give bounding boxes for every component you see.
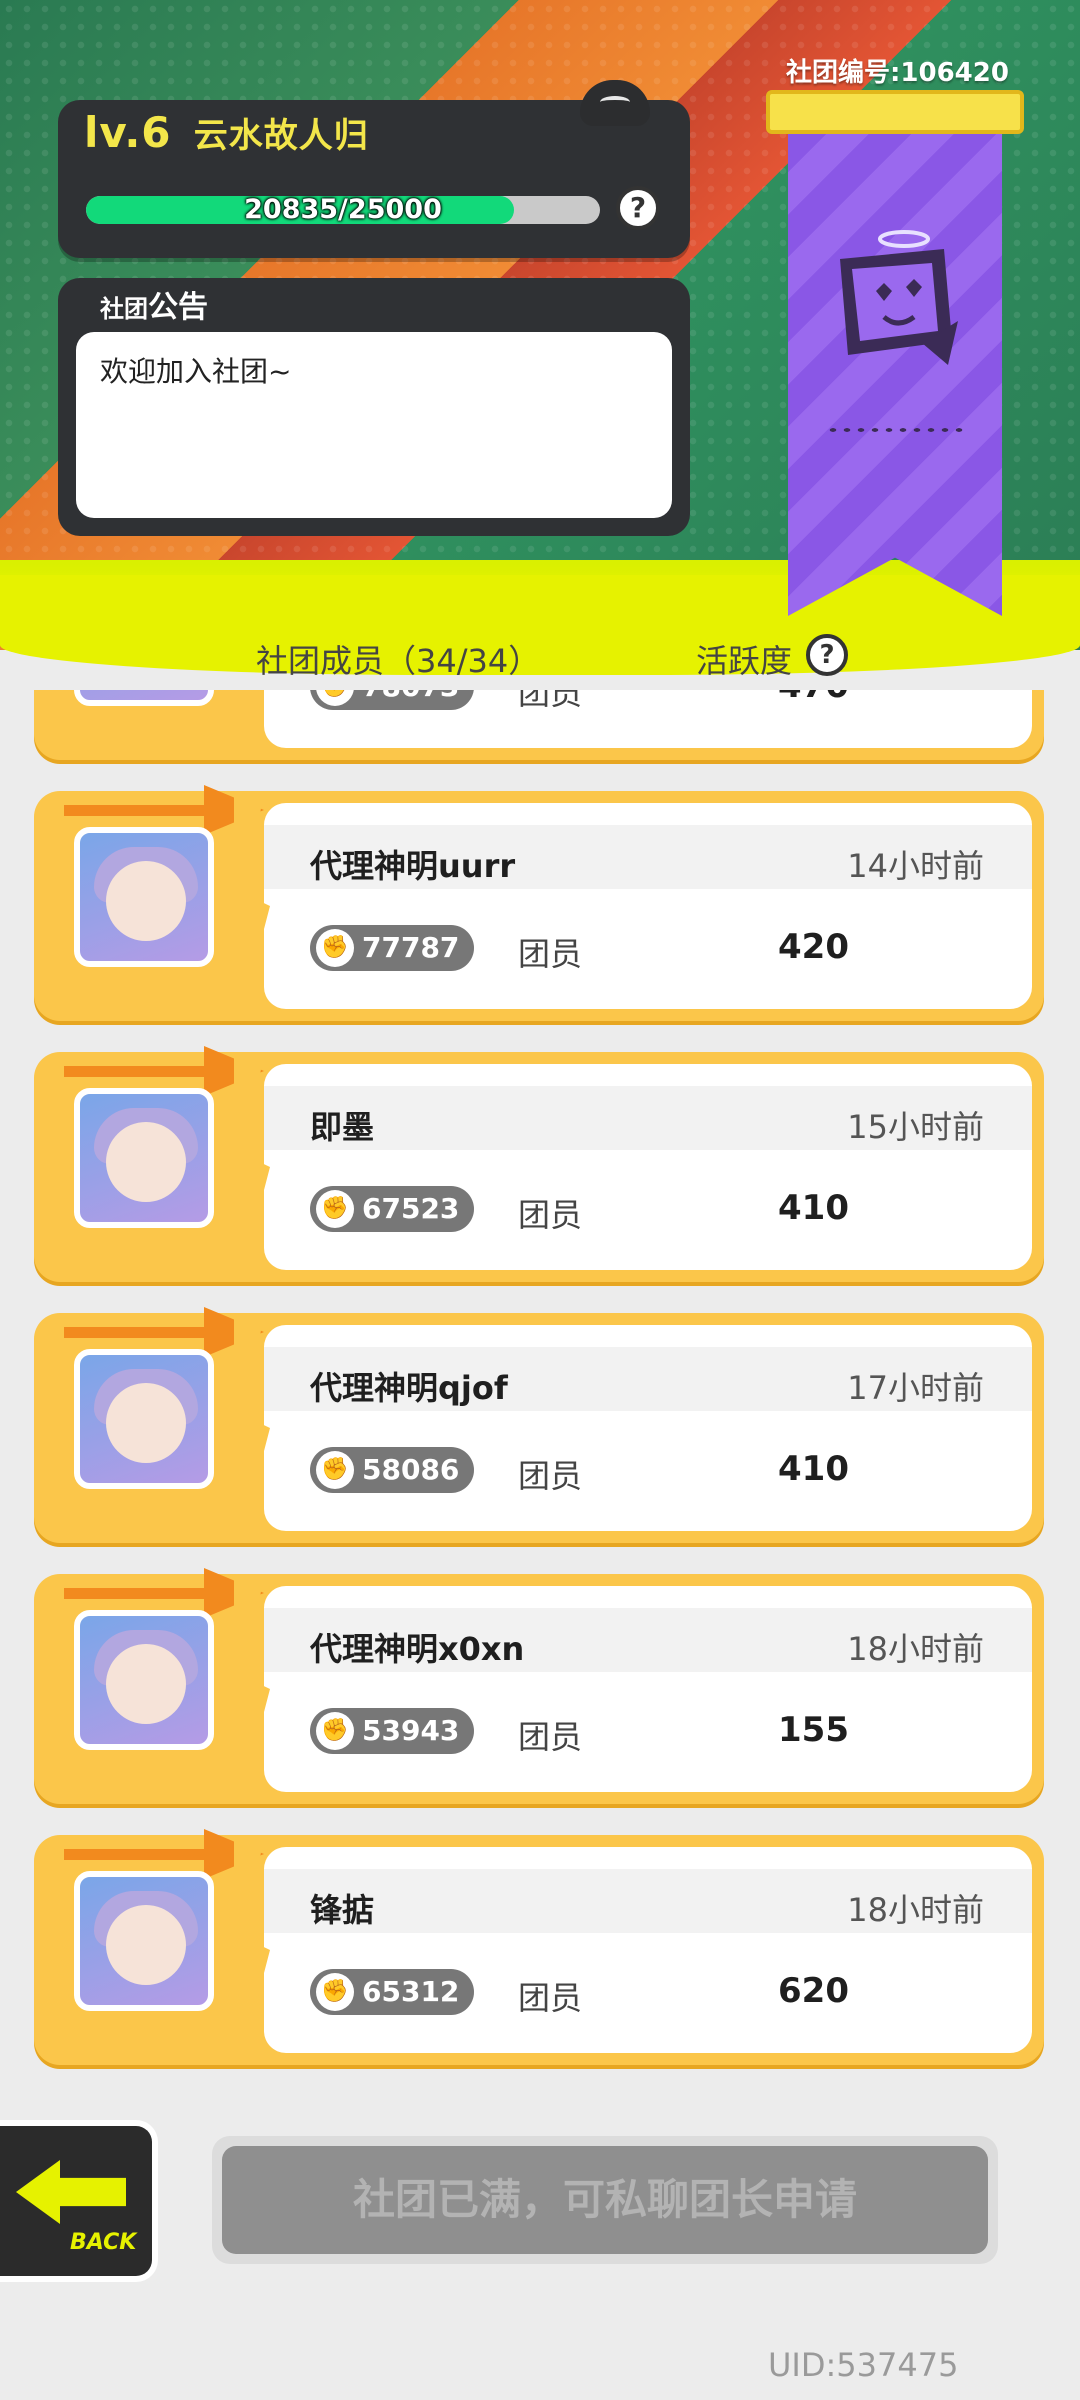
member-power: ✊ 67523 [310, 1186, 474, 1232]
member-activity: 420 [778, 927, 849, 967]
member-avatar[interactable] [74, 1610, 214, 1750]
back-button[interactable]: BACK [0, 2120, 158, 2282]
member-name: 代理神明uurr [310, 847, 516, 885]
member-activity: 620 [778, 1971, 849, 2011]
fist-icon: ✊ [316, 690, 354, 706]
members-count-title: 社团成员（34/34） [256, 642, 541, 680]
xp-progress-label: 20835/25000 [244, 194, 442, 225]
fist-icon: ✊ [316, 929, 354, 967]
join-request-button[interactable]: 社团已满，可私聊团长申请 [212, 2136, 998, 2264]
back-arrow-icon [16, 2160, 126, 2224]
club-id: 社团编号:106420 [786, 58, 1009, 88]
member-last-online: 17小时前 [847, 1369, 984, 1407]
avatar-face [106, 861, 186, 941]
member-power-value: 77787 [362, 931, 460, 964]
member-card[interactable]: 代理神明qjof 17小时前 ✊ 58086 团员 410 [34, 1307, 1044, 1543]
member-name: 代理神明qjof [310, 1369, 508, 1407]
club-level-title: lv.6 云水故人归 [84, 108, 369, 157]
member-role: 团员 [518, 1196, 583, 1234]
activity-label: 活跃度 [696, 642, 793, 680]
member-power-value: 58086 [362, 1453, 460, 1486]
fist-icon: ✊ [316, 1712, 354, 1750]
banner-dots [826, 426, 966, 434]
member-last-online: 18小时前 [847, 1891, 984, 1929]
fist-icon: ✊ [316, 1190, 354, 1228]
member-list[interactable]: ✊78073团员470代理神明uurr14小时前✊77787团员420即墨15小… [0, 690, 1080, 2090]
member-power: ✊ 65312 [310, 1969, 474, 2015]
club-emblem-icon [840, 230, 958, 365]
banner-rod [766, 90, 1024, 134]
member-power-value: 78073 [362, 690, 459, 703]
member-card[interactable]: 锋掂 18小时前 ✊ 65312 团员 620 [34, 1829, 1044, 2065]
avatar-face [106, 1644, 186, 1724]
member-activity: 470 [778, 690, 849, 706]
member-activity: 155 [778, 1710, 849, 1750]
xp-help-icon[interactable]: ? [616, 186, 660, 230]
member-power: ✊ 78073 [310, 690, 474, 710]
member-last-online: 18小时前 [847, 1630, 984, 1668]
notice-title-big: 公告 [148, 290, 208, 325]
member-avatar[interactable] [74, 1349, 214, 1489]
notice-title-small: 社团 [100, 295, 148, 323]
member-card[interactable]: 代理神明x0xn 18小时前 ✊ 53943 团员 155 [34, 1568, 1044, 1804]
member-card[interactable]: ✊ 78073 团员 470 [34, 690, 1044, 760]
club-level: lv.6 [84, 108, 172, 157]
member-avatar[interactable] [74, 827, 214, 967]
fist-icon: ✊ [316, 1451, 354, 1489]
member-activity: 410 [778, 1449, 849, 1489]
back-label: BACK [70, 2230, 137, 2255]
club-name: 云水故人归 [193, 116, 369, 156]
member-role: 团员 [518, 935, 583, 973]
member-activity: 410 [778, 1188, 849, 1228]
member-avatar[interactable] [74, 690, 214, 706]
member-avatar[interactable] [74, 1088, 214, 1228]
member-last-online: 15小时前 [847, 1108, 984, 1146]
member-power-value: 65312 [362, 1975, 460, 2008]
member-name: 即墨 [310, 1108, 375, 1146]
member-power: ✊ 53943 [310, 1708, 474, 1754]
member-name: 锋掂 [310, 1891, 375, 1929]
member-power-value: 53943 [362, 1714, 460, 1747]
notice-text: 欢迎加入社团~ [76, 332, 672, 518]
avatar-face [106, 1905, 186, 1985]
member-power: ✊ 58086 [310, 1447, 474, 1493]
member-power: ✊ 77787 [310, 925, 474, 971]
member-role: 团员 [518, 1457, 583, 1495]
member-card[interactable]: 代理神明uurr 14小时前 ✊ 77787 团员 420 [34, 785, 1044, 1021]
member-power-value: 67523 [362, 1192, 460, 1225]
member-name: 代理神明x0xn [310, 1630, 525, 1668]
member-card[interactable]: 即墨 15小时前 ✊ 67523 团员 410 [34, 1046, 1044, 1282]
member-last-online: 14小时前 [847, 847, 984, 885]
user-uid: UID:537475 [768, 2346, 959, 2384]
join-request-label: 社团已满，可私聊团长申请 [222, 2146, 988, 2254]
activity-column-label: 活跃度 [696, 636, 792, 682]
activity-help-icon[interactable]: ? [806, 634, 848, 676]
member-role: 团员 [518, 690, 583, 712]
member-role: 团员 [518, 1979, 583, 2017]
notice-title: 社团公告 [100, 282, 208, 326]
member-role: 团员 [518, 1718, 583, 1756]
member-avatar[interactable] [74, 1871, 214, 2011]
avatar-face [106, 1383, 186, 1463]
avatar-face [106, 1122, 186, 1202]
fist-icon: ✊ [316, 1973, 354, 2011]
